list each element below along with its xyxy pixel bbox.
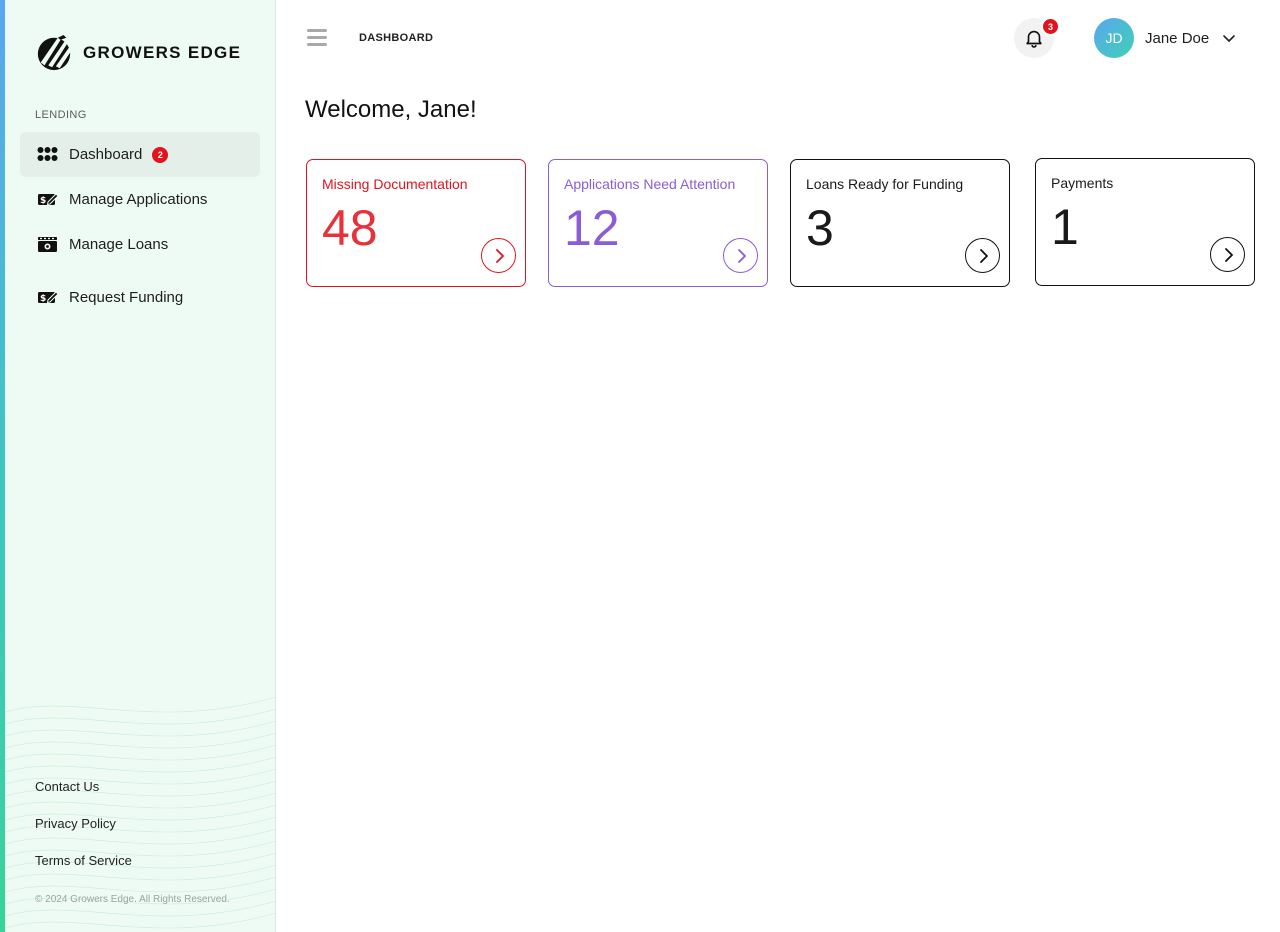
card-value: 1	[1051, 199, 1079, 255]
chevron-right-icon	[737, 248, 746, 263]
sidebar-item-label: Manage Applications	[69, 191, 208, 208]
chevron-right-icon	[979, 248, 988, 263]
growers-edge-logo-icon	[37, 34, 72, 71]
sidebar-item-dashboard[interactable]: Dashboard 2	[20, 132, 260, 177]
contact-us-link[interactable]: Contact Us	[35, 779, 99, 794]
chevron-right-icon	[1224, 247, 1233, 262]
card-loans-ready-for-funding[interactable]: Loans Ready for Funding 3	[790, 159, 1010, 287]
breadcrumb: DASHBOARD	[359, 32, 434, 44]
grid-icon	[36, 144, 58, 166]
privacy-policy-link[interactable]: Privacy Policy	[35, 816, 116, 831]
sidebar-item-label: Request Funding	[69, 289, 184, 306]
card-arrow-button[interactable]	[723, 238, 758, 273]
card-arrow-button[interactable]	[965, 238, 1000, 273]
svg-text:$: $	[40, 196, 46, 206]
card-arrow-button[interactable]	[481, 238, 516, 273]
chevron-right-icon	[495, 248, 504, 263]
money-edit-icon: $	[36, 189, 58, 211]
sidebar-item-manage-loans[interactable]: Manage Loans	[20, 222, 260, 267]
card-title: Missing Documentation	[322, 176, 468, 192]
sidebar-item-label: Dashboard	[69, 146, 143, 163]
dashboard-badge: 2	[152, 146, 169, 163]
copyright: © 2024 Growers Edge. All Rights Reserved…	[35, 894, 230, 905]
chevron-down-icon	[1223, 35, 1236, 42]
card-value: 48	[322, 200, 378, 256]
avatar: JD	[1094, 18, 1134, 58]
notifications-badge: 3	[1041, 17, 1060, 36]
page-title: Welcome, Jane!	[305, 96, 477, 123]
card-value: 3	[806, 200, 834, 256]
card-title: Loans Ready for Funding	[806, 176, 964, 192]
card-applications-need-attention[interactable]: Applications Need Attention 12	[548, 159, 768, 287]
sidebar-item-request-funding[interactable]: $ Request Funding	[20, 275, 260, 320]
brand-name: GROWERS EDGE	[83, 43, 242, 62]
card-arrow-button[interactable]	[1210, 237, 1245, 272]
sidebar-item-label: Manage Loans	[69, 236, 169, 253]
terms-of-service-link[interactable]: Terms of Service	[35, 853, 132, 868]
svg-text:$: $	[40, 294, 46, 304]
hamburger-menu-icon[interactable]	[307, 29, 327, 47]
card-title: Applications Need Attention	[564, 176, 736, 192]
money-edit-icon: $	[36, 287, 58, 309]
sidebar-item-manage-applications[interactable]: $ Manage Applications	[20, 177, 260, 222]
card-value: 12	[564, 200, 620, 256]
sidebar: GROWERS EDGE LENDING Dashboard 2 $ Manag…	[5, 0, 276, 932]
user-menu[interactable]: JD Jane Doe	[1094, 18, 1237, 58]
cash-stack-icon	[36, 234, 58, 256]
section-label-lending: LENDING	[35, 109, 87, 121]
card-payments[interactable]: Payments 1	[1035, 158, 1255, 286]
card-title: Payments	[1051, 175, 1114, 191]
card-missing-documentation[interactable]: Missing Documentation 48	[306, 159, 526, 287]
user-name: Jane Doe	[1145, 29, 1210, 47]
logo[interactable]: GROWERS EDGE	[35, 33, 241, 73]
